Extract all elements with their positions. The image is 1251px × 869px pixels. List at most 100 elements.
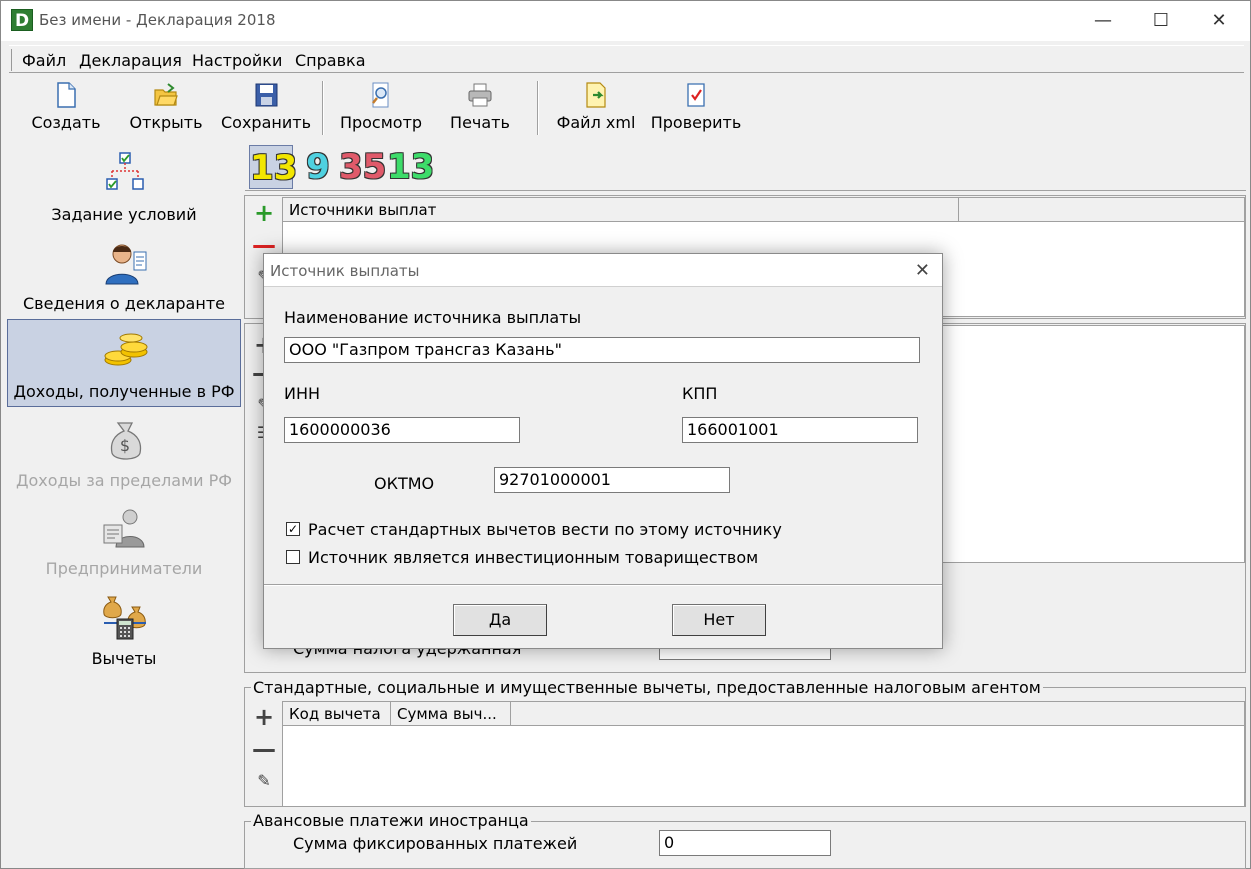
deduction-sum-col[interactable]: Сумма выч...	[391, 702, 511, 725]
menu-declaration[interactable]: Декларация	[79, 51, 182, 70]
close-window-button[interactable]: ✕	[1190, 1, 1248, 41]
save-label: Сохранить	[221, 113, 311, 132]
rate-tab-13-second[interactable]: 13	[387, 145, 434, 189]
rate-tab-9-label: 9	[306, 147, 330, 187]
yes-button[interactable]: Да	[453, 604, 547, 636]
open-button[interactable]: Открыть	[127, 81, 205, 132]
rate-tab-13[interactable]: 13	[249, 145, 297, 189]
toolbar: Создать Открыть Сохранить Просмотр Печат…	[9, 77, 1244, 139]
menu-settings[interactable]: Настройки	[192, 51, 282, 70]
deductions-grid[interactable]: Код вычета Сумма выч...	[282, 701, 1245, 807]
dialog-title: Источник выплаты	[270, 262, 420, 280]
advance-payments-title: Авансовые платежи иностранца	[251, 811, 531, 830]
window-title: Без имени - Декларация 2018	[39, 11, 276, 29]
menu-grip	[11, 49, 13, 71]
nav-entrepreneurs-label: Предприниматели	[45, 559, 203, 578]
coins-icon	[104, 333, 148, 366]
calculator-bags-icon	[103, 596, 146, 640]
app-window: D Без имени - Декларация 2018 — ☐ ✕ Файл…	[0, 0, 1251, 869]
check-button[interactable]: Проверить	[649, 81, 743, 132]
nav-declarant-label: Сведения о декларанте	[23, 294, 225, 313]
deductions-group: + — ✎ Код вычета Сумма выч...	[244, 687, 1246, 807]
sources-col-header[interactable]: Источники выплат	[283, 198, 959, 221]
menu-file[interactable]: Файл	[22, 51, 66, 70]
floppy-disk-icon	[255, 83, 278, 107]
no-button[interactable]: Нет	[672, 604, 766, 636]
section-nav: Задание условий Сведения о декларанте До…	[7, 141, 241, 671]
nav-income-rf-label: Доходы, полученные в РФ	[13, 382, 235, 401]
preview-magnifier-icon	[372, 82, 389, 108]
rate-tab-9[interactable]: 9	[305, 145, 331, 189]
create-label: Создать	[31, 113, 101, 132]
add-source-icon[interactable]: +	[250, 200, 278, 226]
nav-income-abroad[interactable]: $ Доходы за пределами РФ	[7, 409, 241, 497]
nav-income-rf[interactable]: Доходы, полученные в РФ	[7, 319, 241, 407]
dialog-separator	[264, 584, 942, 586]
standard-deductions-label[interactable]: Расчет стандартных вычетов вести по этом…	[308, 520, 782, 539]
inn-field[interactable]: 1600000036	[284, 417, 520, 443]
investment-partnership-checkbox[interactable]	[286, 550, 300, 564]
rate-tab-13-second-label: 13	[387, 147, 435, 187]
nav-conditions[interactable]: Задание условий	[7, 143, 241, 231]
nav-deductions[interactable]: Вычеты	[7, 587, 241, 675]
dialog-title-bar: Источник выплаты ✕	[264, 254, 942, 287]
source-name-label: Наименование источника выплаты	[284, 308, 582, 327]
minimize-button[interactable]: —	[1074, 1, 1132, 41]
rate-tabs: 13 9 35 13	[245, 143, 1246, 191]
nav-deductions-label: Вычеты	[91, 649, 157, 668]
investment-partnership-label[interactable]: Источник является инвестиционным товарищ…	[308, 548, 758, 567]
money-bag-icon: $	[110, 422, 142, 460]
businessman-icon	[103, 509, 145, 548]
xml-export-icon	[586, 82, 606, 108]
dialog-close-icon[interactable]: ✕	[915, 260, 930, 281]
open-label: Открыть	[129, 113, 203, 132]
rate-tab-35[interactable]: 35	[339, 145, 387, 189]
create-button[interactable]: Создать	[29, 81, 103, 132]
payment-source-dialog: Источник выплаты ✕ Наименование источник…	[263, 253, 943, 649]
toolbar-separator	[322, 81, 324, 135]
nav-declarant[interactable]: Сведения о декларанте	[7, 232, 241, 320]
edit-deduction-icon[interactable]: ✎	[250, 768, 278, 794]
source-name-field[interactable]: ООО "Газпром трансгаз Казань"	[284, 337, 920, 363]
rate-tab-35-label: 35	[339, 147, 387, 187]
tree-checkbox-icon	[106, 152, 144, 190]
maximize-button[interactable]: ☐	[1132, 1, 1190, 41]
title-bar: D Без имени - Декларация 2018 — ☐ ✕	[1, 1, 1250, 41]
preview-label: Просмотр	[339, 113, 423, 132]
kpp-label: КПП	[682, 384, 718, 403]
kpp-field[interactable]: 166001001	[682, 417, 918, 443]
app-logo-icon: D	[11, 9, 33, 31]
deductions-group-title: Стандартные, социальные и имущественные …	[251, 678, 1043, 697]
menu-bar: Файл Декларация Настройки Справка	[9, 45, 1244, 73]
deduction-code-col[interactable]: Код вычета	[283, 702, 391, 725]
inn-label: ИНН	[284, 384, 321, 403]
nav-entrepreneurs[interactable]: Предприниматели	[7, 497, 241, 585]
deductions-grid-header: Код вычета Сумма выч...	[283, 702, 1244, 726]
rate-tab-13-label: 13	[250, 148, 298, 188]
print-button[interactable]: Печать	[445, 81, 515, 132]
open-folder-icon	[154, 83, 178, 106]
person-icon	[105, 244, 147, 285]
print-label: Печать	[450, 113, 510, 132]
remove-deduction-icon[interactable]: —	[250, 736, 278, 762]
fixed-payments-field[interactable]: 0	[659, 830, 831, 856]
nav-income-abroad-label: Доходы за пределами РФ	[15, 471, 233, 490]
printer-icon	[468, 83, 492, 107]
check-label: Проверить	[650, 113, 742, 132]
oktmo-label: ОКТМО	[374, 474, 435, 493]
xml-file-button[interactable]: Файл xml	[555, 81, 637, 132]
checklist-icon	[687, 83, 705, 107]
svg-text:$: $	[120, 436, 130, 455]
add-deduction-icon[interactable]: +	[250, 704, 278, 730]
fixed-payments-label: Сумма фиксированных платежей	[293, 834, 578, 853]
sources-grid-header: Источники выплат	[283, 198, 1244, 222]
oktmo-field[interactable]: 92701000001	[494, 467, 730, 493]
save-button[interactable]: Сохранить	[221, 81, 311, 132]
standard-deductions-checkbox[interactable]: ✓	[286, 522, 300, 536]
toolbar-separator	[537, 81, 539, 135]
nav-conditions-label: Задание условий	[51, 205, 197, 224]
menu-help[interactable]: Справка	[295, 51, 366, 70]
preview-button[interactable]: Просмотр	[339, 81, 423, 132]
xml-file-label: Файл xml	[556, 113, 636, 132]
new-document-icon	[57, 82, 76, 108]
